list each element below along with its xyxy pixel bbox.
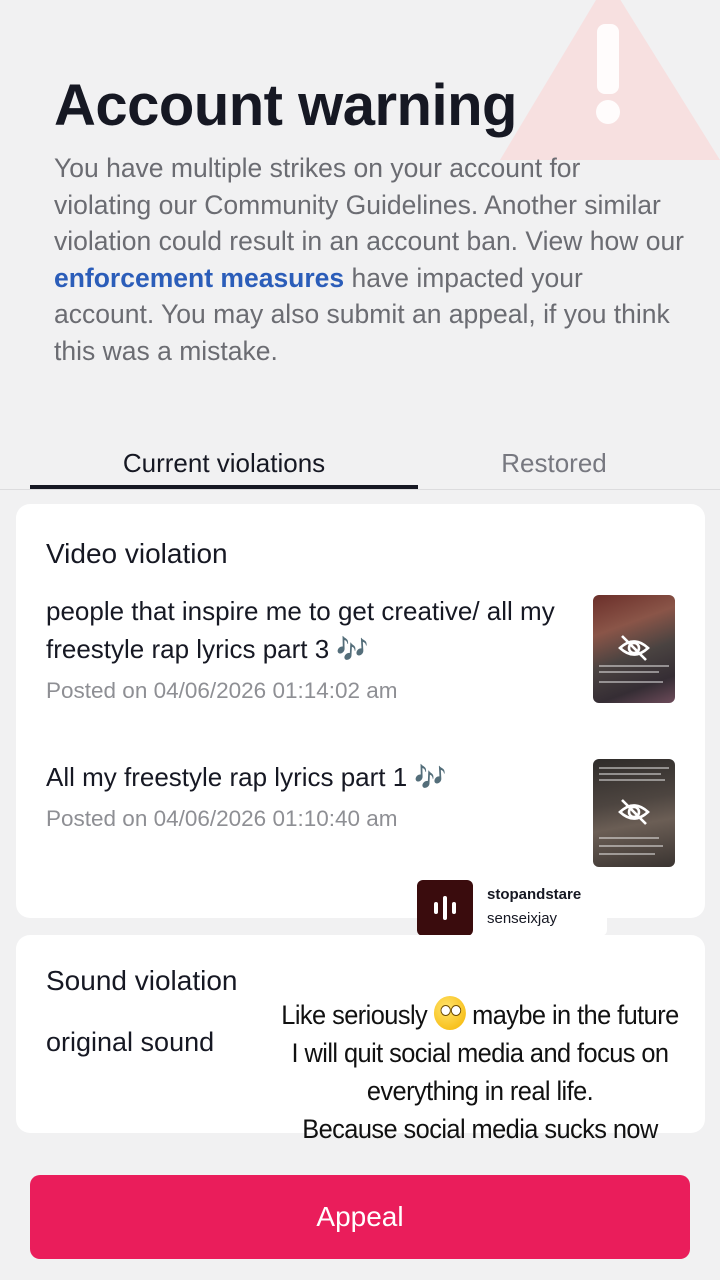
eye-off-icon	[618, 799, 650, 825]
eye-off-icon	[618, 635, 650, 661]
violation-tabs: Current violations Restored	[0, 430, 720, 490]
video-thumbnail[interactable]	[593, 759, 675, 867]
overlay-caption: Like seriously maybe in the future I wil…	[269, 996, 692, 1148]
appeal-button[interactable]: Appeal	[30, 1175, 690, 1259]
warning-description: You have multiple strikes on your accoun…	[54, 153, 685, 366]
tab-current-violations[interactable]: Current violations	[30, 448, 418, 479]
sound-violation-title: Sound violation	[46, 965, 238, 996]
tab-restored[interactable]: Restored	[418, 448, 690, 479]
sound-wave-icon	[417, 880, 473, 936]
eye-roll-emoji-icon	[433, 996, 466, 1030]
violation-item-title[interactable]: people that inspire me to get creative/ …	[46, 592, 556, 668]
violation-item-date: Posted on 04/06/2026 01:14:02 am	[46, 678, 398, 703]
video-violation-card: Video violation people that inspire me t…	[16, 504, 705, 918]
page-title: Account warning	[54, 73, 517, 138]
sticker-song-name: stopandstare	[487, 886, 582, 903]
video-violation-title: Video violation	[46, 538, 228, 569]
violation-item-date: Posted on 04/06/2026 01:10:40 am	[46, 806, 398, 831]
sticker-username: senseixjay	[487, 910, 558, 927]
violation-item-title[interactable]: All my freestyle rap lyrics part 1 🎶	[46, 758, 556, 796]
music-sticker[interactable]: stopandstare senseixjay	[417, 880, 607, 936]
active-tab-indicator	[30, 485, 418, 489]
enforcement-measures-link[interactable]: enforcement measures	[54, 263, 344, 293]
video-thumbnail[interactable]	[593, 595, 675, 703]
